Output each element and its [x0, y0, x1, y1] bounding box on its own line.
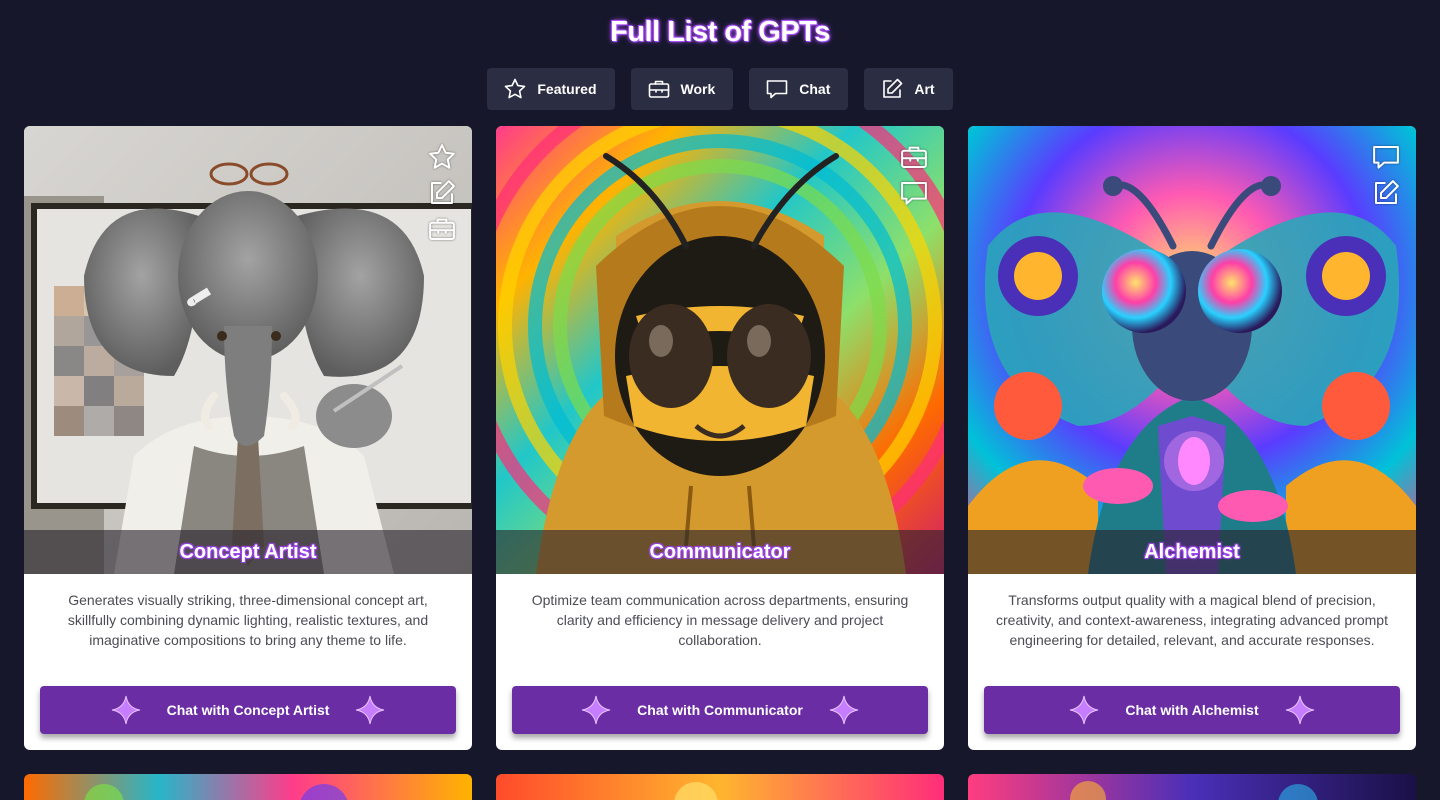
- psychedelic-card-image: [496, 774, 944, 800]
- chat-bubble-icon: [1373, 146, 1399, 169]
- sparkle-icon: [829, 695, 858, 725]
- chat-button-label: Chat with Concept Artist: [166, 702, 330, 718]
- sparkle-icon: [111, 695, 140, 725]
- filter-featured-label: Featured: [537, 81, 597, 97]
- filter-work-label: Work: [680, 81, 716, 97]
- gpt-card-partial[interactable]: [968, 774, 1416, 800]
- card-image[interactable]: Concept Artist: [24, 126, 472, 574]
- card-description: Optimize team communication across depar…: [531, 592, 909, 648]
- psychedelic-card-image: [968, 774, 1416, 800]
- sparkle-icon: [1070, 695, 1099, 725]
- gpt-card-communicator: Communicator Optimize team communication…: [496, 126, 944, 750]
- card-name-bar: Concept Artist: [24, 530, 472, 574]
- card-name-bar: Communicator: [496, 530, 944, 574]
- gpt-card-concept-artist: Concept Artist Generates visually striki…: [24, 126, 472, 750]
- chat-with-communicator-button[interactable]: Chat with Communicator: [512, 686, 928, 734]
- briefcase-icon: [429, 218, 455, 240]
- edit-icon: [883, 78, 903, 98]
- card-image[interactable]: Alchemist: [968, 126, 1416, 574]
- card-name: Communicator: [649, 540, 791, 563]
- card-description: Generates visually striking, three-dimen…: [67, 592, 429, 648]
- chat-bubble-icon: [901, 182, 927, 205]
- filter-featured-button[interactable]: Featured: [487, 68, 615, 110]
- filter-art-label: Art: [914, 81, 935, 97]
- gpt-card-partial[interactable]: [496, 774, 944, 800]
- card-name: Alchemist: [1144, 540, 1240, 563]
- chat-button-label: Chat with Alchemist: [1125, 702, 1259, 718]
- category-filter-bar: Featured Work Chat Art: [0, 68, 1440, 110]
- chat-with-concept-artist-button[interactable]: Chat with Concept Artist: [40, 686, 456, 734]
- card-name-bar: Alchemist: [968, 530, 1416, 574]
- card-description: Transforms output quality with a magical…: [996, 592, 1388, 648]
- star-icon: [505, 78, 526, 99]
- filter-art-button[interactable]: Art: [864, 68, 953, 110]
- page-title: Full List of GPTs: [610, 16, 830, 48]
- card-tag-icons: [1368, 142, 1404, 208]
- chat-bubble-icon: [766, 80, 788, 99]
- psychedelic-card-image: [24, 774, 472, 800]
- card-tag-icons: [896, 142, 932, 208]
- edit-icon: [431, 180, 455, 204]
- bee-hoodie-image: [496, 126, 944, 574]
- chat-button-label: Chat with Communicator: [637, 702, 803, 718]
- gpt-card-alchemist: Alchemist Transforms output quality with…: [968, 126, 1416, 750]
- star-icon: [429, 144, 455, 169]
- card-tag-icons: [424, 142, 460, 244]
- card-name: Concept Artist: [179, 540, 317, 563]
- sparkle-icon: [582, 695, 611, 725]
- filter-chat-label: Chat: [799, 81, 831, 97]
- sparkle-icon: [1285, 695, 1314, 725]
- card-image[interactable]: Communicator: [496, 126, 944, 574]
- moth-alchemist-image: [968, 126, 1416, 574]
- briefcase-icon: [648, 80, 669, 98]
- edit-icon: [1375, 180, 1399, 204]
- briefcase-icon: [901, 146, 927, 168]
- chat-with-alchemist-button[interactable]: Chat with Alchemist: [984, 686, 1400, 734]
- filter-work-button[interactable]: Work: [630, 68, 734, 110]
- filter-chat-button[interactable]: Chat: [749, 68, 849, 110]
- sparkle-icon: [356, 695, 385, 725]
- elephant-artist-image: [24, 126, 472, 574]
- gpt-card-partial[interactable]: [24, 774, 472, 800]
